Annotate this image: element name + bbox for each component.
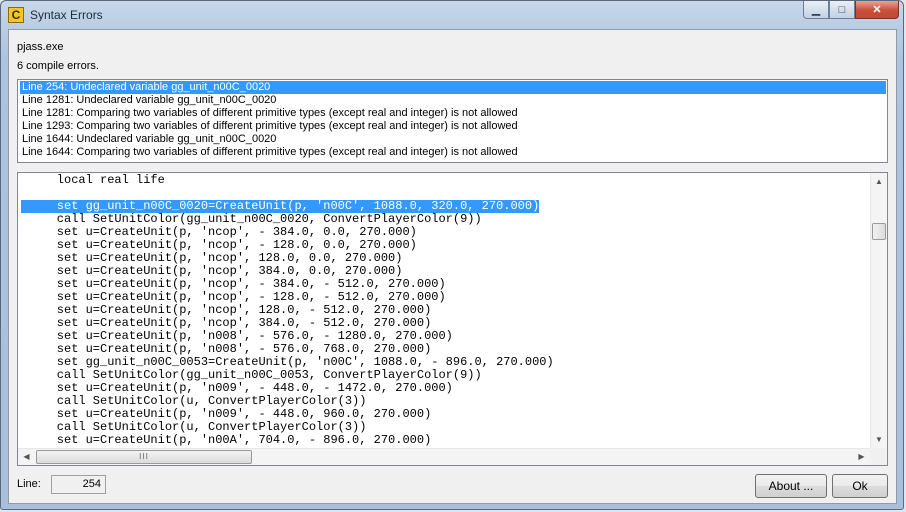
code-line: set u=CreateUnit(p, 'n00A', 704.0, - 896… <box>28 433 432 447</box>
error-list-item[interactable]: Line 1281: Comparing two variables of di… <box>20 107 886 120</box>
about-button[interactable]: About ... <box>755 474 827 498</box>
error-list-item[interactable]: Line 254: Undeclared variable gg_unit_n0… <box>20 81 886 94</box>
error-list-item[interactable]: Line 1644: Comparing two variables of di… <box>20 146 886 159</box>
scroll-up-arrow-icon[interactable]: ▲ <box>871 173 887 190</box>
horizontal-scrollbar[interactable]: ◀ III ▶ <box>18 448 870 465</box>
error-count: 6 compile errors. <box>17 60 99 72</box>
error-list-item[interactable]: Line 1293: Comparing two variables of di… <box>20 120 886 133</box>
error-list-item[interactable]: Line 1644: Undeclared variable gg_unit_n… <box>20 133 886 146</box>
app-icon: C <box>8 7 24 23</box>
minimize-button[interactable]: ▁ <box>803 1 829 19</box>
scroll-down-arrow-icon[interactable]: ▼ <box>871 431 887 448</box>
error-list-item[interactable]: Line 1281: Undeclared variable gg_unit_n… <box>20 94 886 107</box>
error-list[interactable]: Line 254: Undeclared variable gg_unit_n0… <box>17 79 888 163</box>
program-name: pjass.exe <box>17 41 64 53</box>
ok-button[interactable]: Ok <box>832 474 888 498</box>
caption-buttons: ▁ □ ✕ <box>803 1 899 21</box>
syntax-errors-window: C Syntax Errors ▁ □ ✕ pjass.exe 6 compil… <box>0 0 904 510</box>
line-label: Line: <box>17 478 41 490</box>
line-number-field: 254 <box>51 475 106 494</box>
vertical-scrollbar[interactable]: ▲ ▼ <box>870 173 887 448</box>
scrollbar-corner <box>870 448 887 465</box>
vertical-scroll-thumb[interactable] <box>872 223 886 240</box>
code-text-area[interactable]: local real life set gg_unit_n00C_0020=Cr… <box>18 173 870 447</box>
scroll-right-arrow-icon[interactable]: ▶ <box>853 449 870 465</box>
code-line: local real life <box>28 173 165 187</box>
window-title: Syntax Errors <box>30 8 103 22</box>
horizontal-scroll-thumb[interactable]: III <box>36 450 252 464</box>
title-bar[interactable]: C Syntax Errors ▁ □ ✕ <box>1 1 903 29</box>
dialog-client-area: pjass.exe 6 compile errors. Line 254: Un… <box>8 29 897 504</box>
close-button[interactable]: ✕ <box>855 1 899 19</box>
code-view[interactable]: local real life set gg_unit_n00C_0020=Cr… <box>17 172 888 466</box>
maximize-button[interactable]: □ <box>829 1 855 19</box>
scroll-left-arrow-icon[interactable]: ◀ <box>18 449 35 465</box>
